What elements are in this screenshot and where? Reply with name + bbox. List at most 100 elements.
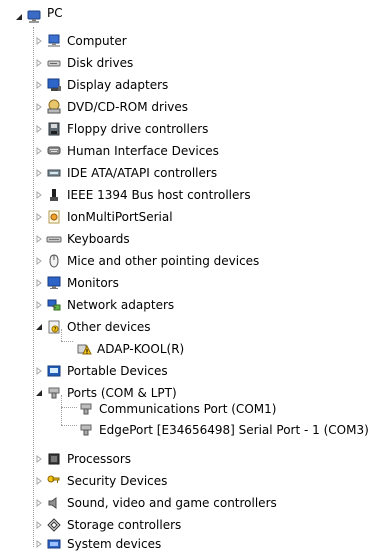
tree-node-floppy-drive-controllers[interactable]: Floppy drive controllers (34, 118, 208, 140)
collapsed-arrow-icon[interactable] (34, 256, 44, 266)
ide-controller-icon (46, 165, 62, 181)
tree-node-label: EdgePort [E34656498] Serial Port - 1 (CO… (99, 423, 369, 437)
tree-guide-ports (61, 395, 62, 425)
storage-controller-icon (46, 517, 62, 533)
computer-icon (46, 33, 62, 49)
com-port-icon (78, 401, 94, 417)
tree-node-label: Floppy drive controllers (67, 122, 209, 136)
port-icon (46, 385, 62, 401)
tree-node-label: ADAP-KOOL(R) (97, 342, 185, 356)
monitor-icon (46, 275, 62, 291)
tree-node-label: Security Devices (67, 474, 168, 488)
tree-node-ieee-1394-bus-host-controllers[interactable]: IEEE 1394 Bus host controllers (34, 184, 251, 206)
portable-device-icon (46, 363, 62, 379)
collapsed-arrow-icon[interactable] (34, 36, 44, 46)
collapsed-arrow-icon[interactable] (34, 300, 44, 310)
sound-icon (46, 495, 62, 511)
floppy-controller-icon (46, 121, 62, 137)
tree-node-disk-drives[interactable]: Disk drives (34, 52, 133, 74)
tree-node-edgeport-com3[interactable]: EdgePort [E34656498] Serial Port - 1 (CO… (78, 419, 369, 441)
tree-node-label: Monitors (67, 276, 119, 290)
tree-root[interactable]: PC (0, 6, 63, 28)
computer-icon (26, 9, 42, 25)
collapsed-arrow-icon[interactable] (34, 212, 44, 222)
warning-device-icon (76, 341, 92, 357)
tree-node-dvd-cd-rom-drives[interactable]: DVD/CD-ROM drives (34, 96, 188, 118)
tree-node-ionmultiportserial[interactable]: IonMultiPortSerial (34, 206, 173, 228)
hid-icon (46, 143, 62, 159)
tree-node-processors[interactable]: Processors (34, 448, 131, 470)
disk-drive-icon (46, 55, 62, 71)
tree-node-display-adapters[interactable]: Display adapters (34, 74, 168, 96)
tree-node-communications-port-com1[interactable]: Communications Port (COM1) (78, 398, 276, 420)
tree-node-network-adapters[interactable]: Network adapters (34, 294, 174, 316)
collapsed-arrow-icon[interactable] (34, 234, 44, 244)
collapsed-arrow-icon[interactable] (34, 102, 44, 112)
mouse-icon (46, 253, 62, 269)
keyboard-icon (46, 231, 62, 247)
ieee1394-icon (46, 187, 62, 203)
tree-node-ide-ata-atapi-controllers[interactable]: IDE ATA/ATAPI controllers (34, 162, 217, 184)
collapsed-arrow-icon[interactable] (34, 146, 44, 156)
tree-node-sound-video-game-controllers[interactable]: Sound, video and game controllers (34, 492, 277, 514)
system-device-icon (46, 536, 62, 552)
collapsed-arrow-icon[interactable] (34, 190, 44, 200)
unknown-device-icon: ? (46, 319, 62, 335)
tree-node-label: Other devices (67, 320, 151, 334)
tree-node-label: System devices (67, 537, 162, 551)
tree-node-label: Display adapters (67, 78, 169, 92)
serial-driver-icon (46, 209, 62, 225)
tree-branch-adap-kool (61, 341, 73, 342)
security-device-icon (46, 473, 62, 489)
tree-node-label: Computer (67, 34, 127, 48)
tree-node-monitors[interactable]: Monitors (34, 272, 119, 294)
collapsed-arrow-icon[interactable] (34, 168, 44, 178)
tree-node-portable-devices[interactable]: Portable Devices (34, 360, 168, 382)
com-port-icon (78, 422, 94, 438)
collapsed-arrow-icon[interactable] (34, 58, 44, 68)
collapsed-arrow-icon[interactable] (34, 366, 44, 376)
tree-node-label: DVD/CD-ROM drives (67, 100, 189, 114)
tree-node-label: Processors (67, 452, 132, 466)
collapsed-arrow-icon[interactable] (34, 498, 44, 508)
tree-node-label: IonMultiPortSerial (67, 210, 173, 224)
root-label: PC (47, 6, 63, 20)
display-adapter-icon (46, 77, 62, 93)
tree-node-label: IDE ATA/ATAPI controllers (67, 166, 218, 180)
collapsed-arrow-icon[interactable] (34, 520, 44, 530)
tree-node-label: Mice and other pointing devices (67, 254, 260, 268)
tree-node-label: Storage controllers (67, 518, 182, 532)
tree-branch-com1 (61, 407, 77, 408)
tree-node-label: Disk drives (67, 56, 134, 70)
tree-node-label: Keyboards (67, 232, 130, 246)
tree-branch-com3 (61, 425, 77, 426)
collapsed-arrow-icon[interactable] (34, 124, 44, 134)
tree-node-mice-and-other-pointing-devices[interactable]: Mice and other pointing devices (34, 250, 259, 272)
tree-node-computer[interactable]: Computer (34, 30, 127, 52)
tree-node-label: Human Interface Devices (67, 144, 219, 158)
processor-icon (46, 451, 62, 467)
collapsed-arrow-icon[interactable] (34, 539, 44, 549)
device-tree: PC Computer Disk drives Display adapters (0, 0, 382, 551)
dvd-drive-icon (46, 99, 62, 115)
tree-node-label: IEEE 1394 Bus host controllers (67, 188, 251, 202)
network-adapter-icon (46, 297, 62, 313)
tree-node-system-devices[interactable]: System devices (34, 533, 161, 555)
tree-node-label: Network adapters (67, 298, 175, 312)
tree-node-keyboards[interactable]: Keyboards (34, 228, 130, 250)
tree-guide-other-devices (61, 329, 62, 341)
tree-node-label: Portable Devices (67, 364, 168, 378)
collapsed-arrow-icon[interactable] (34, 80, 44, 90)
tree-node-security-devices[interactable]: Security Devices (34, 470, 167, 492)
tree-node-label: Communications Port (COM1) (99, 402, 277, 416)
expanded-arrow-icon[interactable] (34, 322, 44, 332)
tree-node-adap-kool[interactable]: ADAP-KOOL(R) (76, 338, 184, 360)
expanded-arrow-icon[interactable] (14, 12, 24, 22)
collapsed-arrow-icon[interactable] (34, 278, 44, 288)
tree-node-other-devices[interactable]: ? Other devices (34, 316, 151, 338)
tree-node-label: Sound, video and game controllers (67, 496, 277, 510)
expanded-arrow-icon[interactable] (34, 388, 44, 398)
collapsed-arrow-icon[interactable] (34, 476, 44, 486)
tree-node-human-interface-devices[interactable]: Human Interface Devices (34, 140, 219, 162)
collapsed-arrow-icon[interactable] (34, 454, 44, 464)
